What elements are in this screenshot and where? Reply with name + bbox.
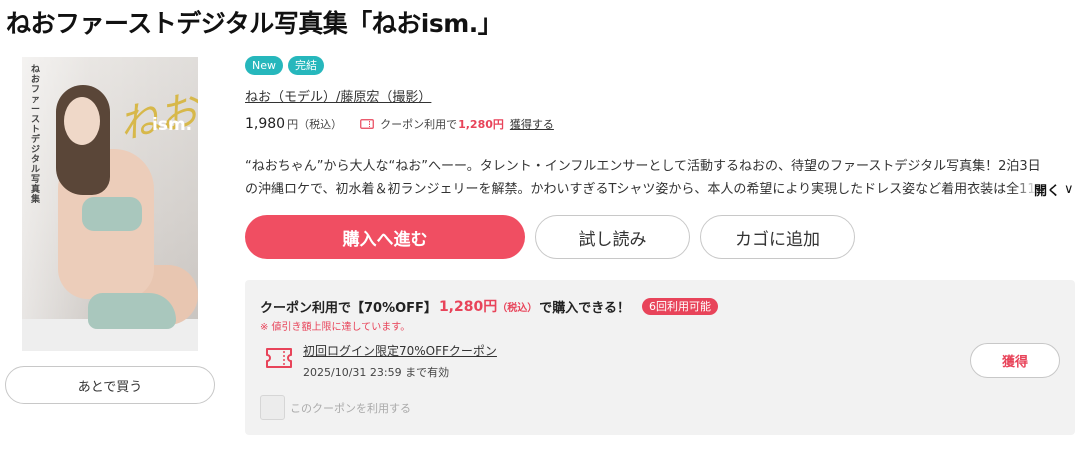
completed-badge: 完結 [288,56,324,75]
buy-later-button[interactable]: あとで買う [5,366,215,404]
coupon-ticket-icon [266,348,292,368]
use-coupon-label: このクーポンを利用する [290,402,411,415]
cover-logo-text: ism. [152,115,193,135]
coupon-price: 1,280円 [458,118,504,131]
use-coupon-checkbox[interactable] [260,395,285,420]
get-coupon-button[interactable]: 獲得 [970,343,1060,378]
purchase-button[interactable]: 購入へ進む [245,215,525,259]
price-value: 1,980 [245,116,286,132]
cover-image[interactable]: ねおファーストデジタル写真集 ねお ism. [22,57,198,351]
cover-vertical-title: ねおファーストデジタル写真集 [31,65,41,205]
coupon-uses-badge: 6回利用可能 [641,297,718,315]
coupon-icon [360,119,374,129]
sample-read-button[interactable]: 試し読み [535,215,690,259]
author-link[interactable]: ねお（モデル）/藤原宏（撮影） [245,86,431,105]
coupon-text: クーポン利用で [380,118,458,131]
add-to-cart-button[interactable]: カゴに追加 [700,215,855,259]
coupon-headline: クーポン利用で【70%OFF】 1,280円 （税込） で購入できる！ 6回利用… [260,296,718,316]
new-badge: New [245,56,283,75]
coupon-limit-note: ※ 値引き額上限に達しています。 [260,322,411,333]
page-title: ねおファーストデジタル写真集「ねおism.」 [6,9,503,38]
coupon-headline-price: 1,280円 [438,299,498,315]
coupon-headline-prefix: クーポン利用で【70%OFF】 [260,300,437,316]
badge-group: New 完結 [245,56,324,75]
expand-label: 開く [1034,184,1061,199]
chevron-down-icon: ∨ [1064,182,1074,197]
coupon-panel: クーポン利用で【70%OFF】 1,280円 （税込） で購入できる！ 6回利用… [245,280,1075,435]
coupon-name-link[interactable]: 初回ログイン限定70%OFFクーポン [303,342,497,359]
coupon-headline-suffix: で購入できる！ [539,300,630,316]
coupon-headline-tax: （税込） [497,302,538,314]
get-coupon-link[interactable]: 獲得する [510,116,554,132]
coupon-expiry: 2025/10/31 23:59 まで有効 [303,366,450,379]
expand-description-button[interactable]: 開く ∨ [1014,178,1074,201]
description: “ねおちゃん”から大人な“ねお”へーー。タレント・インフルエンサーとして活動する… [245,159,1041,197]
price-unit: 円（税込） [287,118,343,131]
price-row: 1,980 円（税込） クーポン利用で 1,280円 獲得する [245,116,554,132]
